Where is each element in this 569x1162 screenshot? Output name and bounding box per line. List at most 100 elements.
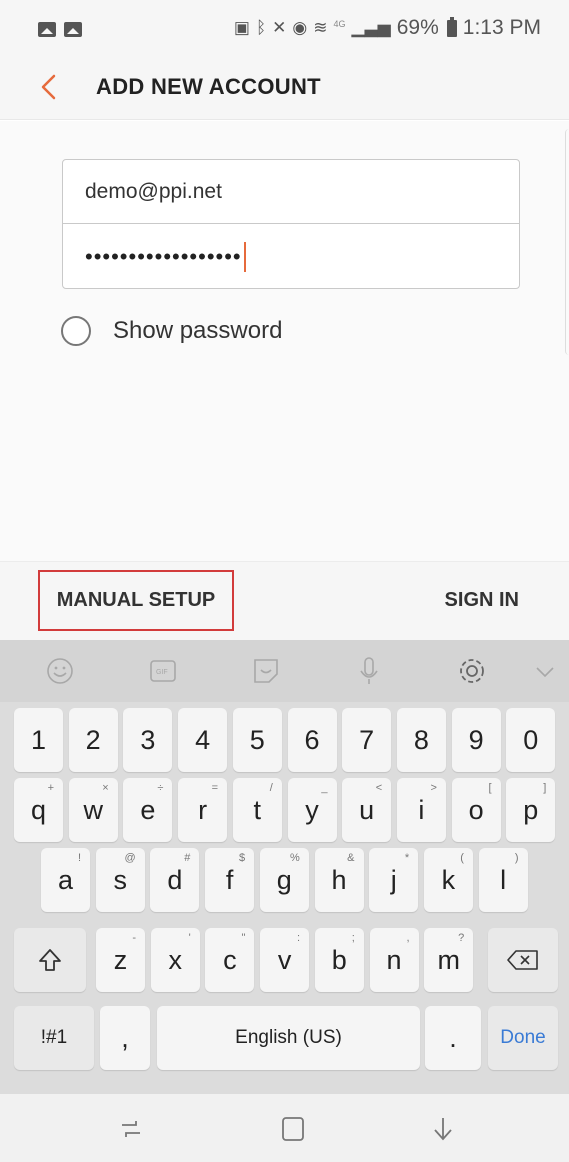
chevron-left-icon	[41, 74, 56, 100]
key-u[interactable]: u <	[342, 778, 392, 842]
key-a[interactable]: a!	[41, 848, 90, 912]
key-o-label: o	[468, 794, 484, 825]
period-key[interactable]: .	[425, 1006, 481, 1070]
key-b-label: b	[331, 944, 347, 975]
key-c[interactable]: c "	[205, 928, 255, 992]
key-z[interactable]: z-	[96, 928, 145, 992]
space-key-label: English (US)	[235, 1027, 342, 1048]
emoji-icon[interactable]	[43, 654, 77, 688]
key-g[interactable]: g%	[259, 848, 309, 912]
image-icon	[64, 22, 82, 37]
key-p-hint: ]	[543, 782, 547, 794]
key-u-label: u	[359, 794, 375, 825]
key-q-hint: +	[47, 782, 54, 794]
show-password-toggle[interactable]: Show password	[61, 316, 282, 346]
image-icon	[38, 22, 56, 37]
comma-key[interactable]: ,	[100, 1006, 150, 1070]
key-0[interactable]: 0	[506, 708, 556, 772]
show-password-radio[interactable]	[61, 316, 91, 346]
key-h-hint: &	[347, 852, 355, 864]
key-d-label: d	[167, 864, 183, 895]
key-3[interactable]: 3	[123, 708, 173, 772]
key-b-hint: ;	[351, 932, 355, 944]
shift-icon	[39, 949, 61, 971]
key-p[interactable]: p]	[506, 778, 556, 842]
symbols-key[interactable]: !#1	[14, 1006, 94, 1070]
key-5[interactable]: 5	[232, 708, 282, 772]
recent-apps-icon[interactable]	[114, 1112, 148, 1146]
done-key[interactable]: Done	[488, 1006, 558, 1070]
key-9-label: 9	[468, 724, 484, 755]
key-1[interactable]: 1	[14, 708, 63, 772]
space-key[interactable]: English (US)	[157, 1006, 420, 1070]
back-button[interactable]	[34, 70, 68, 104]
key-9[interactable]: 9	[451, 708, 501, 772]
key-e[interactable]: e ÷	[123, 778, 173, 842]
key-f[interactable]: f $	[205, 848, 255, 912]
chevron-down-icon[interactable]	[530, 654, 560, 688]
key-7[interactable]: 7	[342, 708, 392, 772]
key-l[interactable]: l)	[478, 848, 528, 912]
gif-icon[interactable]: GIF	[146, 654, 180, 688]
key-s[interactable]: s @	[95, 848, 145, 912]
key-d-hint: #	[184, 852, 191, 864]
key-e-hint: ÷	[157, 782, 164, 794]
key-v[interactable]: v:	[260, 928, 310, 992]
key-y[interactable]: y _	[287, 778, 337, 842]
key-0-label: 0	[523, 724, 539, 755]
comma-key-label: ,	[121, 1022, 129, 1053]
symbols-key-label: !#1	[40, 1027, 68, 1048]
key-k-hint: (	[460, 852, 464, 864]
key-r[interactable]: r =	[178, 778, 228, 842]
key-m[interactable]: m?	[424, 928, 474, 992]
backspace-key[interactable]	[488, 928, 558, 992]
key-n[interactable]: n,	[369, 928, 419, 992]
shift-key[interactable]	[14, 928, 86, 992]
sticker-icon[interactable]	[249, 654, 283, 688]
key-j[interactable]: j *	[369, 848, 419, 912]
key-q[interactable]: q +	[14, 778, 63, 842]
battery-icon	[446, 16, 457, 37]
key-l-label: l	[500, 864, 507, 895]
period-key-label: .	[449, 1022, 457, 1053]
manual-setup-button[interactable]: MANUAL SETUP	[38, 570, 234, 631]
key-x[interactable]: x '	[150, 928, 200, 992]
home-icon[interactable]	[276, 1112, 310, 1146]
key-v-hint: :	[297, 932, 301, 944]
key-k[interactable]: k(	[423, 848, 473, 912]
key-b[interactable]: b;	[314, 928, 364, 992]
navigation-bar	[0, 1094, 569, 1162]
key-w[interactable]: w ×	[68, 778, 118, 842]
key-t-label: t	[253, 794, 262, 825]
key-w-label: w	[83, 794, 103, 825]
key-8[interactable]: 8	[396, 708, 446, 772]
key-q-label: q	[30, 794, 47, 825]
key-o[interactable]: o[	[451, 778, 501, 842]
key-5-label: 5	[249, 724, 265, 755]
settings-icon[interactable]	[455, 654, 489, 688]
key-3-label: 3	[140, 724, 156, 755]
done-key-label: Done	[500, 1027, 546, 1048]
key-d[interactable]: d #	[150, 848, 200, 912]
key-g-hint: %	[290, 852, 300, 864]
microphone-icon[interactable]	[352, 654, 386, 688]
key-z-label: z	[113, 944, 128, 975]
key-4[interactable]: 4	[178, 708, 228, 772]
key-h[interactable]: h &	[314, 848, 364, 912]
key-i[interactable]: i >	[396, 778, 446, 842]
key-j-hint: *	[404, 852, 410, 864]
key-n-hint: ,	[406, 932, 410, 944]
key-j-label: j	[390, 864, 397, 895]
key-6[interactable]: 6	[287, 708, 337, 772]
back-icon[interactable]	[426, 1112, 460, 1146]
password-value: ••••••••••••••••••	[85, 244, 242, 269]
key-m-hint: ?	[458, 932, 465, 944]
sign-in-button[interactable]: SIGN IN	[445, 570, 519, 631]
key-l-hint: )	[514, 852, 519, 864]
key-2[interactable]: 2	[68, 708, 118, 772]
password-field[interactable]: ••••••••••••••••••	[63, 225, 519, 289]
email-field[interactable]: demo@ppi.net	[63, 160, 519, 224]
scrollbar[interactable]	[565, 129, 569, 355]
key-t[interactable]: t /	[232, 778, 282, 842]
key-f-label: f	[225, 864, 234, 895]
